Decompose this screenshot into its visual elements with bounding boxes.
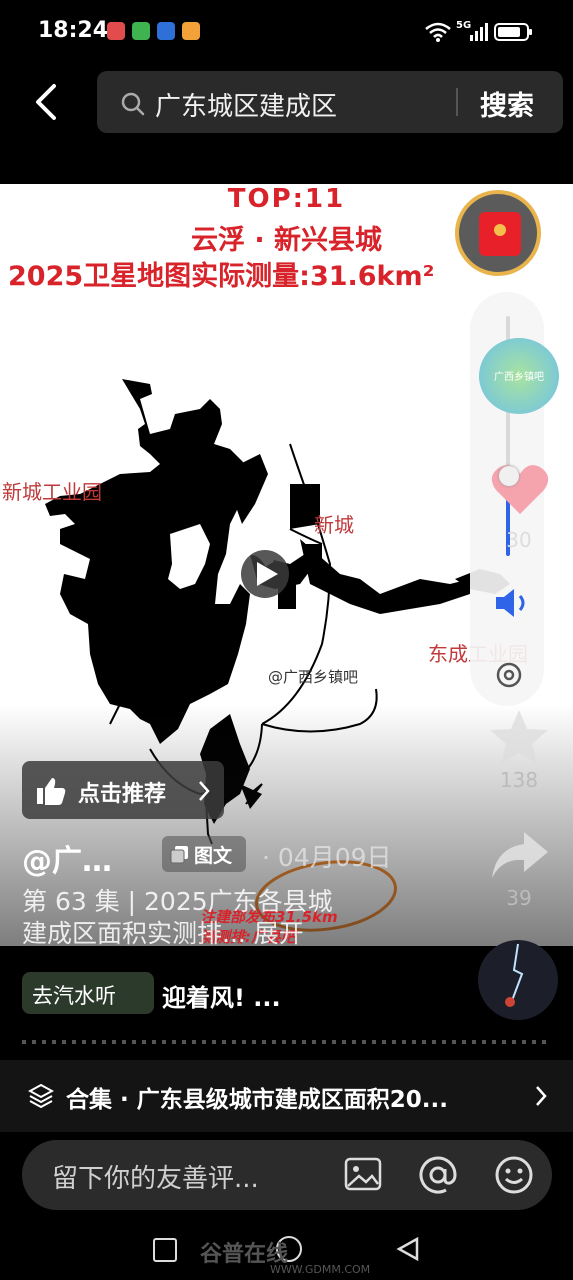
status-time: 18:24 — [38, 18, 109, 43]
search-input[interactable]: 广东城区建成区 — [155, 86, 337, 123]
network-type: 5G — [456, 20, 472, 31]
music-cover-avatar[interactable] — [478, 940, 558, 1020]
back-arrow-icon[interactable] — [28, 82, 68, 122]
status-bar: 18:24 5G — [0, 0, 573, 64]
signal-icon — [470, 23, 488, 41]
share-count: 39 — [506, 886, 532, 910]
red-packet-button[interactable] — [455, 190, 541, 276]
notification-app-icon — [182, 22, 200, 40]
battery-icon — [494, 23, 532, 41]
volume-value: 30 — [506, 528, 532, 552]
favorite-count: 138 — [499, 768, 539, 792]
thumbs-up-icon — [37, 778, 66, 805]
notification-app-icon — [157, 22, 175, 40]
image-picker-icon[interactable] — [344, 1156, 382, 1192]
wechat-icon — [132, 22, 150, 40]
author-name[interactable]: @广… — [22, 836, 112, 880]
back-triangle-icon[interactable] — [396, 1236, 420, 1262]
chevron-right-icon — [199, 781, 210, 801]
emoji-icon[interactable] — [494, 1155, 534, 1195]
volume-knob[interactable] — [499, 466, 519, 486]
search-icon — [121, 92, 145, 116]
post-date: · 04月09日 — [262, 843, 392, 872]
music-title[interactable]: 迎着风! ... — [162, 978, 281, 1013]
image-watermark: @广西乡镇吧 — [268, 668, 359, 686]
heart-icon[interactable] — [490, 462, 550, 516]
comment-placeholder: 留下你的友善评... — [52, 1164, 259, 1194]
mention-at-icon[interactable] — [418, 1155, 458, 1195]
image-post-icon — [170, 846, 188, 864]
settings-gear-icon[interactable] — [492, 658, 526, 692]
site-watermark-url: WWW.GDMM.COM — [270, 1263, 371, 1276]
map-thumbnail-label: 广西乡镇吧 — [494, 372, 544, 383]
notification-app-icon — [107, 22, 125, 40]
collection-title: 合集 · 广东县级城市建成区面积20... — [66, 1087, 448, 1113]
post-description-line1: 第 63 集 | 2025广东各县城 — [22, 887, 333, 916]
label-new-city: 新城 — [314, 513, 354, 537]
chevron-right-icon — [536, 1086, 547, 1106]
post-description-line2[interactable]: 建成区面积实测排... 展开 — [22, 918, 442, 950]
post-type-label: 图文 — [194, 845, 233, 867]
search-button[interactable]: 搜索 — [480, 84, 534, 123]
search-divider — [456, 88, 458, 116]
progress-dots[interactable] — [22, 1040, 552, 1044]
label-new-city-industrial: 新城工业园 — [2, 480, 102, 504]
share-arrow-icon[interactable] — [488, 828, 550, 882]
music-app-label: 去汽水听 — [32, 984, 116, 1008]
speaker-icon[interactable] — [492, 586, 536, 620]
wifi-icon — [425, 22, 451, 42]
map-thumbnail[interactable]: 广西乡镇吧 — [479, 338, 559, 414]
layers-icon — [28, 1083, 54, 1109]
favorite-star-icon[interactable] — [488, 708, 550, 766]
red-envelope-icon — [479, 212, 521, 256]
recent-apps-icon[interactable] — [153, 1238, 177, 1262]
recommend-label: 点击推荐 — [78, 782, 167, 807]
